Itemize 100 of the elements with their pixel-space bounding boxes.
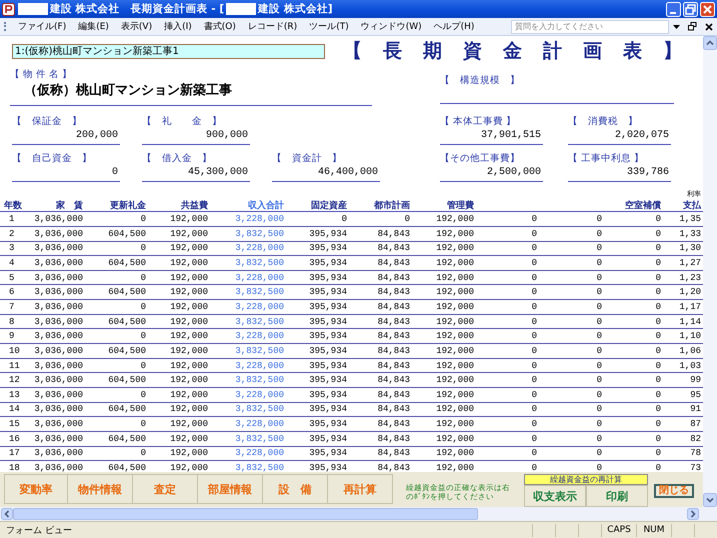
table-cell: 3,036,000 bbox=[34, 316, 83, 327]
menu-item[interactable]: 挿入(I) bbox=[158, 20, 198, 33]
table-cell: 192,000 bbox=[436, 360, 474, 370]
menu-item[interactable]: 書式(O) bbox=[198, 20, 242, 33]
help-search-field[interactable]: 質問を入力してください bbox=[511, 20, 669, 34]
table-cell: 1,27 bbox=[679, 258, 701, 268]
amount-field[interactable]: 200,000 bbox=[12, 130, 120, 146]
table-cell: 0 bbox=[596, 434, 602, 444]
table-cell: 0 bbox=[532, 434, 537, 444]
table-cell: 3,036,000 bbox=[34, 434, 83, 444]
table-cell: 0 bbox=[342, 214, 347, 224]
table-cell: 11 bbox=[9, 360, 20, 370]
table-cell: 0 bbox=[140, 214, 146, 224]
table-cell: 84,843 bbox=[378, 316, 410, 327]
property-name-field[interactable]: （仮称）桃山町マンション新築工事 bbox=[10, 81, 372, 106]
redaction-block bbox=[18, 3, 48, 15]
column-header: 空室補償 bbox=[625, 199, 661, 212]
scroll-up-icon[interactable] bbox=[703, 36, 717, 50]
horizontal-scrollbar[interactable] bbox=[0, 507, 717, 521]
amount-field[interactable]: 900,000 bbox=[142, 130, 250, 146]
table-cell: 395,934 bbox=[309, 243, 347, 254]
amount-field[interactable]: 0 bbox=[12, 167, 120, 182]
table-cell: 0 bbox=[532, 214, 537, 224]
menu-item[interactable]: ウィンドウ(W) bbox=[354, 20, 428, 33]
column-header: 更新礼金 bbox=[110, 199, 146, 212]
table-cell: 0 bbox=[656, 302, 661, 312]
table-cell: 3 bbox=[9, 243, 14, 254]
table-cell: 0 bbox=[140, 390, 146, 400]
amount-field[interactable]: 2,500,000 bbox=[440, 167, 543, 182]
menu-item[interactable]: ヘルプ(H) bbox=[428, 20, 480, 33]
table-cell: 604,500 bbox=[108, 375, 146, 386]
table-cell: 604,500 bbox=[108, 462, 146, 472]
table-cell: 1,23 bbox=[679, 272, 701, 283]
table-cell: 84,843 bbox=[378, 462, 410, 472]
table-cell: 0 bbox=[140, 360, 146, 370]
amount-field[interactable]: 2,020,075 bbox=[568, 130, 671, 146]
table-cell: 395,934 bbox=[309, 360, 347, 370]
table-cell: 0 bbox=[404, 214, 410, 224]
table-cell: 3,228,000 bbox=[235, 390, 284, 400]
minimize-button[interactable] bbox=[666, 2, 681, 16]
table-cell: 0 bbox=[140, 448, 146, 458]
table-cell: 395,934 bbox=[309, 346, 347, 356]
menu-item[interactable]: ツール(T) bbox=[303, 20, 355, 33]
table-cell: 12 bbox=[9, 375, 20, 386]
scrollbar-thumb[interactable] bbox=[13, 508, 478, 520]
amount-field[interactable]: 46,400,000 bbox=[272, 167, 380, 182]
table-cell: 3,036,000 bbox=[34, 214, 83, 224]
table-cell: 0 bbox=[596, 243, 602, 254]
table-cell: 0 bbox=[596, 375, 602, 386]
table-cell: 0 bbox=[532, 346, 537, 356]
menu-item[interactable]: 表示(V) bbox=[114, 20, 158, 33]
menu-item[interactable]: レコード(R) bbox=[242, 20, 304, 33]
amount-field[interactable]: 37,901,515 bbox=[440, 130, 543, 146]
amount-field[interactable]: 45,300,000 bbox=[142, 167, 250, 182]
table-cell: 192,000 bbox=[170, 258, 208, 268]
table-cell: 15 bbox=[9, 419, 20, 430]
table-cell: 3,036,000 bbox=[34, 346, 83, 356]
scroll-down-icon[interactable] bbox=[703, 493, 717, 507]
vertical-scrollbar[interactable] bbox=[703, 36, 717, 507]
restore-button[interactable] bbox=[683, 2, 698, 16]
table-cell: 0 bbox=[596, 214, 602, 224]
column-header: 固定資産 bbox=[311, 199, 347, 212]
table-cell: 0 bbox=[656, 346, 661, 356]
table-cell: 0 bbox=[656, 375, 661, 386]
table-cell: 1,33 bbox=[679, 228, 701, 239]
column-header: 収入合計 bbox=[248, 199, 284, 212]
close-icon[interactable] bbox=[705, 22, 713, 30]
table-cell: 82 bbox=[690, 434, 701, 444]
table-cell: 84,843 bbox=[378, 375, 410, 386]
table-cell: 3,832,500 bbox=[235, 375, 284, 386]
table-cell: 84,843 bbox=[378, 331, 410, 342]
table-cell: 0 bbox=[140, 419, 146, 430]
dropdown-arrow-icon[interactable] bbox=[673, 24, 680, 30]
table-cell: 0 bbox=[596, 228, 602, 239]
form-button[interactable]: 収支表示 bbox=[524, 485, 586, 507]
record-selector[interactable]: 1:(仮称)桃山町マンション新築工事1 bbox=[12, 44, 325, 58]
table-cell: 0 bbox=[656, 448, 661, 458]
table-cell: 84,843 bbox=[378, 287, 410, 298]
menu-item[interactable]: ファイル(F) bbox=[12, 20, 72, 33]
restore-icon[interactable] bbox=[688, 22, 697, 31]
form-heading: 【長期資金計画表】 bbox=[343, 39, 703, 64]
field-label: 【その他工事費】 bbox=[440, 152, 521, 166]
table-cell: 192,000 bbox=[436, 331, 474, 342]
form-button[interactable]: 印刷 bbox=[586, 485, 648, 507]
table-cell: 3,036,000 bbox=[34, 448, 83, 458]
menu-item[interactable]: 編集(E) bbox=[72, 20, 115, 33]
table-cell: 192,000 bbox=[170, 360, 208, 370]
toolbar-grip-icon bbox=[4, 22, 8, 31]
column-header: 支払 bbox=[683, 199, 701, 212]
close-button[interactable] bbox=[700, 2, 715, 16]
table-cell: 0 bbox=[656, 243, 661, 254]
amount-field[interactable]: 339,786 bbox=[568, 167, 671, 182]
table-cell: 0 bbox=[656, 258, 661, 268]
scroll-left-icon[interactable] bbox=[1, 508, 13, 520]
table-cell: 3,228,000 bbox=[235, 331, 284, 342]
table-cell: 192,000 bbox=[436, 243, 474, 254]
scroll-right-icon[interactable] bbox=[687, 508, 699, 520]
field-label: 【 自己資金 】 bbox=[12, 152, 93, 166]
table-cell: 3,228,000 bbox=[235, 419, 284, 430]
table-cell: 192,000 bbox=[170, 272, 208, 283]
